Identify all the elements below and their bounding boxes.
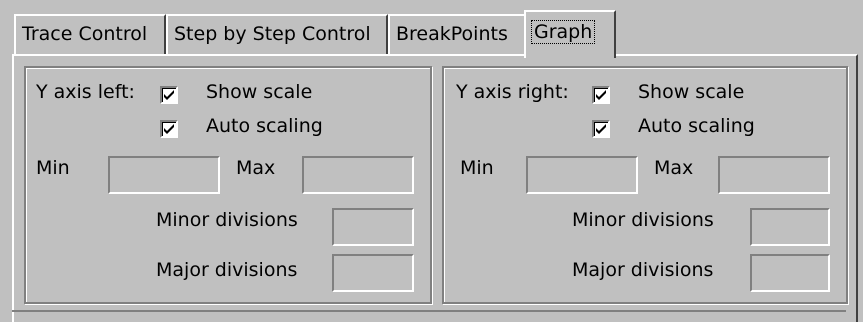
minor-divisions-right-label: Minor divisions <box>572 209 714 231</box>
graph-settings-dialog: Trace Control Step by Step Control Break… <box>0 0 863 322</box>
auto-scaling-right-label: Auto scaling <box>638 115 755 137</box>
tab-breakpoints[interactable]: BreakPoints <box>388 14 526 54</box>
tab-trace-control[interactable]: Trace Control <box>14 14 166 54</box>
max-right-input[interactable] <box>718 156 830 194</box>
show-scale-right-checkbox[interactable] <box>592 86 610 104</box>
show-scale-left-label: Show scale <box>206 81 313 103</box>
checkmark-icon <box>164 90 174 100</box>
min-right-input[interactable] <box>526 156 638 194</box>
y-axis-right-title: Y axis right: <box>456 81 569 103</box>
auto-scaling-left-label: Auto scaling <box>206 115 323 137</box>
checkmark-icon <box>596 124 606 134</box>
major-divisions-left-input[interactable] <box>332 254 414 292</box>
auto-scaling-left-checkbox[interactable] <box>160 120 178 138</box>
auto-scaling-right-checkbox[interactable] <box>592 120 610 138</box>
checkmark-icon <box>596 90 606 100</box>
min-right-label: Min <box>460 157 494 179</box>
minor-divisions-right-input[interactable] <box>750 208 830 246</box>
tab-breakpoints-label: BreakPoints <box>396 23 508 45</box>
tab-graph-label: Graph <box>530 20 596 44</box>
y-axis-left-title: Y axis left: <box>36 81 135 103</box>
tab-step-by-step-control-label: Step by Step Control <box>174 23 371 45</box>
min-left-label: Min <box>36 157 70 179</box>
major-divisions-right-label: Major divisions <box>572 259 714 281</box>
minor-divisions-left-label: Minor divisions <box>156 209 298 231</box>
checkmark-icon <box>164 124 174 134</box>
show-scale-left-checkbox[interactable] <box>160 86 178 104</box>
show-scale-right-label: Show scale <box>638 81 745 103</box>
y-axis-right-group: Y axis right: Show scale Auto scaling Mi… <box>442 66 848 304</box>
major-divisions-right-input[interactable] <box>750 254 830 292</box>
tab-page-bottom-edge <box>12 310 846 312</box>
major-divisions-left-label: Major divisions <box>156 259 298 281</box>
tab-trace-control-label: Trace Control <box>22 23 148 45</box>
min-left-input[interactable] <box>108 156 220 194</box>
tab-graph[interactable]: Graph <box>524 10 616 58</box>
y-axis-left-group: Y axis left: Show scale Auto scaling Min… <box>24 66 432 304</box>
tab-step-by-step-control[interactable]: Step by Step Control <box>166 14 388 54</box>
max-right-label: Max <box>654 157 694 179</box>
max-left-label: Max <box>236 157 276 179</box>
max-left-input[interactable] <box>302 156 414 194</box>
minor-divisions-left-input[interactable] <box>332 208 414 246</box>
